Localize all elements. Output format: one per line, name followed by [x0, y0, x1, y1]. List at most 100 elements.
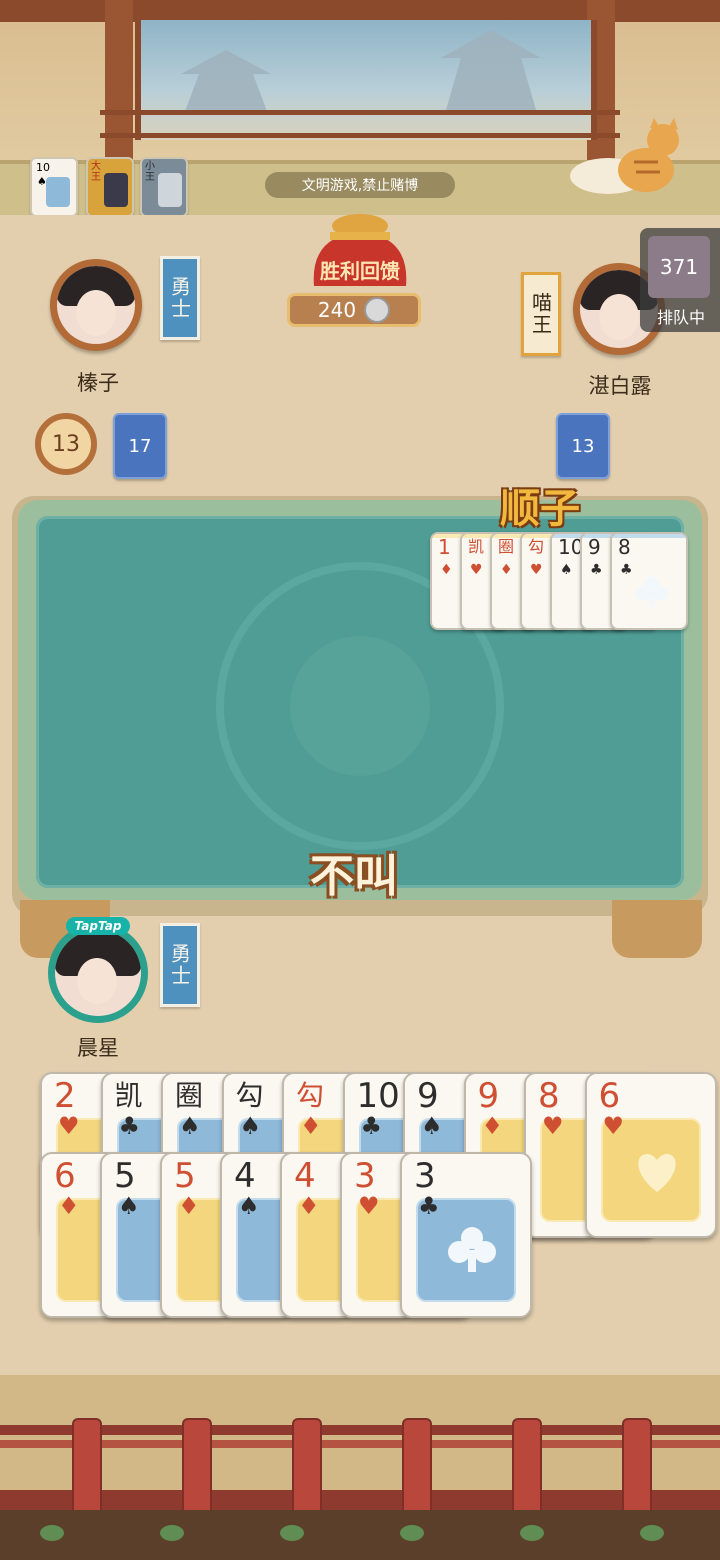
- mini-card-3[interactable]: 小王: [140, 157, 188, 217]
- turn-timer: 13: [35, 413, 97, 475]
- mini-card-label: 小王: [145, 161, 155, 183]
- fence-post: [512, 1418, 542, 1514]
- card-suit-icon: ♠: [118, 1192, 140, 1220]
- fence-post: [72, 1418, 102, 1514]
- fence-bar: [0, 1440, 720, 1448]
- card-suit-icon: ♥: [358, 1192, 380, 1220]
- card-suit-icon: ♣: [590, 562, 603, 578]
- card-suit-icon: ♦: [300, 1112, 322, 1140]
- fence-rail-top: [0, 1425, 720, 1435]
- face: [76, 290, 116, 336]
- card-suit-icon: ♠: [560, 562, 573, 578]
- card-rank: 4: [294, 1156, 316, 1196]
- card-suit-icon: ♦: [58, 1192, 80, 1220]
- avatar-me[interactable]: [48, 923, 148, 1023]
- my-action-label: 不叫: [310, 851, 398, 902]
- fence-post: [622, 1418, 652, 1514]
- my-title: 勇士: [160, 923, 200, 1007]
- card-rank: 3: [414, 1156, 436, 1196]
- reward-amount: 240: [317, 298, 357, 322]
- card-rank: 6: [54, 1156, 76, 1196]
- card-rank: 8: [538, 1076, 560, 1116]
- card-rank: 8: [618, 535, 631, 559]
- reward-amount-bar[interactable]: 240: [287, 293, 421, 327]
- right-cards-left: 13: [556, 413, 610, 479]
- card-suit-icon: ♣: [620, 562, 633, 578]
- card-rank: 勾: [296, 1079, 325, 1112]
- card-suit-icon: ♠: [421, 1112, 443, 1140]
- right-player-name: 湛白露: [588, 374, 652, 398]
- card-suit-icon: ♦: [440, 562, 453, 578]
- leaf-decoration: [160, 1525, 184, 1541]
- card-rank: 勾: [235, 1079, 264, 1112]
- fair-play-notice: 文明游戏,禁止赌博: [265, 172, 455, 198]
- pagoda-left: [181, 50, 271, 110]
- fence-post: [292, 1418, 322, 1514]
- leaf-decoration: [640, 1525, 664, 1541]
- big-suit-icon: [637, 1154, 676, 1192]
- big-suit-icon: [448, 1227, 496, 1272]
- leaf-decoration: [400, 1525, 424, 1541]
- left-cards-left: 17: [113, 413, 167, 479]
- avatar-portrait: [57, 266, 135, 344]
- joker-art: [158, 173, 182, 207]
- face: [599, 294, 639, 340]
- card-suit-icon: ♥: [602, 1112, 625, 1140]
- card-rank: 6: [598, 1076, 621, 1116]
- mini-card-2[interactable]: 大王: [86, 157, 134, 217]
- queue-label: 排队中: [656, 308, 705, 327]
- card-rank: 10: [356, 1076, 400, 1116]
- playing-card: 8 ♣: [610, 532, 688, 630]
- card-rank: 勾: [528, 537, 545, 556]
- avatar-left-player[interactable]: [50, 259, 142, 351]
- card-suit-icon: ♠: [238, 1192, 260, 1220]
- mini-card-label: 大王: [91, 161, 101, 183]
- card-suit-icon: ♠: [179, 1112, 201, 1140]
- face: [77, 958, 117, 1004]
- table-leg-right: [612, 900, 702, 958]
- card-rank: 3: [354, 1156, 376, 1196]
- avatar-portrait: [55, 930, 141, 1016]
- leaf-decoration: [520, 1525, 544, 1541]
- card-suit-icon: ♣: [118, 1112, 141, 1140]
- playing-card[interactable]: 3 ♣: [400, 1152, 532, 1318]
- card-suit-icon: ♠: [239, 1112, 262, 1140]
- card-suit-icon: ♥: [58, 1112, 80, 1140]
- card-suit-icon: ♣: [360, 1112, 383, 1140]
- playing-card[interactable]: 6 ♥: [584, 1072, 717, 1238]
- left-player-name: 榛子: [77, 371, 119, 395]
- taptap-badge: TapTap: [66, 917, 130, 935]
- joker-art: [104, 173, 128, 207]
- reward-label: 胜利回馈: [320, 259, 400, 283]
- card-suit-icon: ♥: [470, 562, 483, 578]
- mini-card-1[interactable]: 10 ♠: [30, 157, 78, 217]
- left-player-title: 勇士: [160, 256, 200, 340]
- my-name: 晨星: [77, 1036, 119, 1060]
- leaf-decoration: [280, 1525, 304, 1541]
- cats-decoration: [570, 118, 679, 194]
- card-rank: 9: [477, 1076, 500, 1116]
- card-rank: 4: [234, 1156, 256, 1196]
- mini-card-art: [46, 177, 70, 207]
- fence-rail-bottom: [0, 1490, 720, 1510]
- card-suit-icon: ♣: [418, 1192, 440, 1220]
- card-rank: 凯: [468, 537, 485, 556]
- card-rank: 圈: [498, 537, 515, 556]
- fence-post: [402, 1418, 432, 1514]
- mini-card-label: 10: [36, 161, 50, 174]
- card-suit-icon: ♥: [530, 562, 543, 578]
- card-rank: 圈: [175, 1079, 204, 1112]
- card-rank: 1: [438, 535, 451, 559]
- card-suit-icon: ♦: [178, 1192, 200, 1220]
- right-player-title: 喵王: [521, 272, 561, 356]
- fence-post: [182, 1418, 212, 1514]
- window-railing: [100, 110, 620, 138]
- card-rank: 9: [417, 1076, 439, 1116]
- card-rank: 2: [54, 1076, 76, 1116]
- card-suit-icon: ♦: [500, 562, 513, 578]
- big-suit-icon: [636, 576, 668, 607]
- card-rank: 凯: [114, 1079, 143, 1112]
- card-suit-icon: ♥: [542, 1112, 564, 1140]
- ground: [0, 1510, 720, 1560]
- card-rank: 5: [114, 1156, 136, 1196]
